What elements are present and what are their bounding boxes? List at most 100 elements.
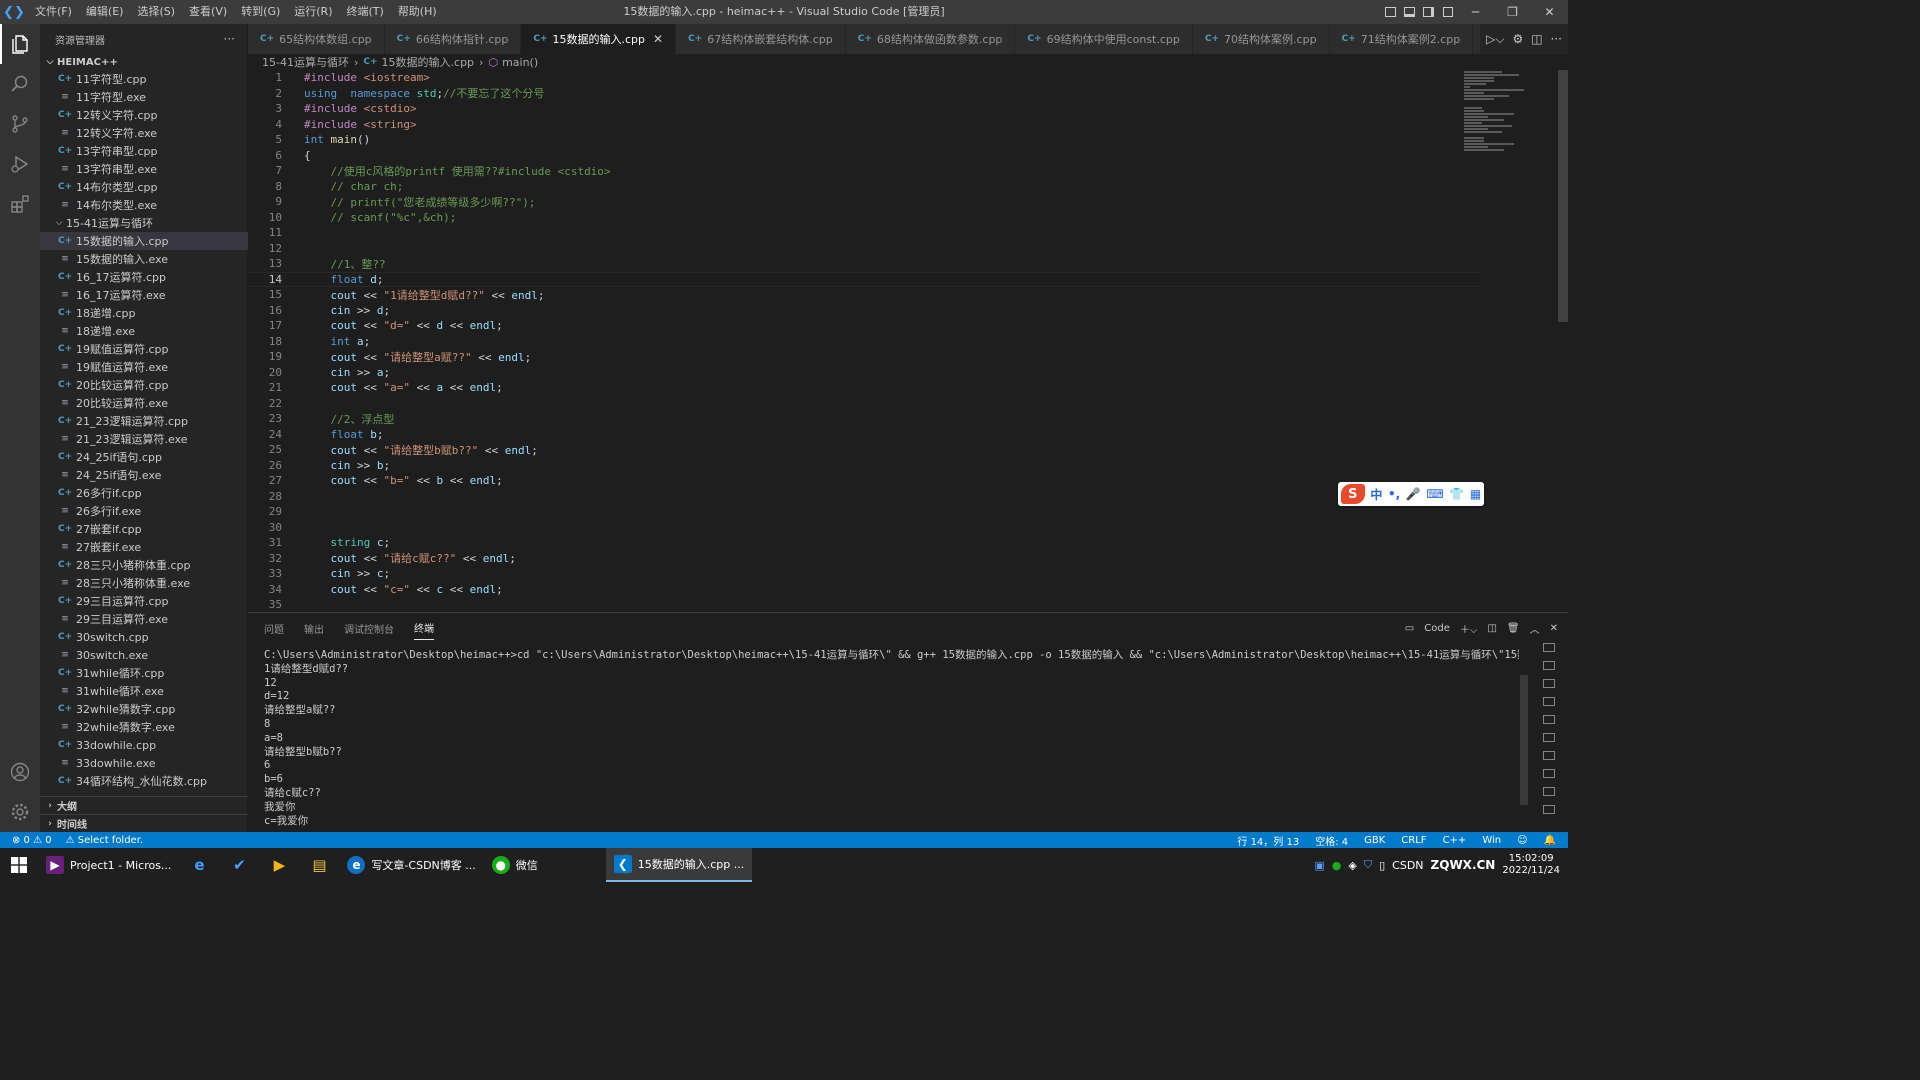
account-icon[interactable] bbox=[0, 752, 40, 792]
ime-mode[interactable]: 中 bbox=[1370, 486, 1382, 503]
editor-tab[interactable]: C+ 15数据的输入.cpp ✕ bbox=[521, 24, 677, 54]
ime-tray-icon[interactable]: ▣ bbox=[1314, 859, 1324, 872]
file-item[interactable]: C+ 14布尔类型.cpp bbox=[40, 178, 248, 196]
file-item[interactable]: C+ 31while循环.cpp bbox=[40, 664, 248, 682]
feedback-icon[interactable]: ☺ bbox=[1517, 835, 1527, 846]
skin-icon[interactable]: 👕 bbox=[1449, 487, 1464, 501]
timeline-section[interactable]: › 时间线 bbox=[40, 814, 248, 832]
settings-icon[interactable]: ⚙ bbox=[1512, 32, 1523, 46]
file-item[interactable]: C+ 26多行if.cpp bbox=[40, 484, 248, 502]
toggle-secondary-sidebar-icon[interactable] bbox=[1419, 0, 1438, 24]
edge-browser-icon[interactable]: e bbox=[179, 848, 219, 882]
media-player-icon[interactable]: ▶ bbox=[259, 848, 299, 882]
folder-item[interactable]: ⌵ 15-41运算与循环 bbox=[40, 214, 248, 232]
file-item[interactable]: ≡ 11字符型.exe bbox=[40, 88, 248, 106]
file-item[interactable]: ≡ 28三只小猪称体重.exe bbox=[40, 574, 248, 592]
editor-tab[interactable]: C+ 69结构体中使用const.cpp bbox=[1015, 24, 1193, 54]
file-item[interactable]: C+ 20比较运算符.cpp bbox=[40, 376, 248, 394]
extensions-icon[interactable] bbox=[0, 184, 40, 224]
taskbar-visual-studio[interactable]: ▶ Project1 - Micros... bbox=[38, 848, 179, 882]
panel-tab[interactable]: 输出 bbox=[304, 617, 324, 640]
kill-terminal-icon[interactable]: 🗑 bbox=[1507, 623, 1520, 634]
platform[interactable]: Win bbox=[1482, 835, 1501, 846]
minimap[interactable] bbox=[1464, 70, 1558, 151]
taskbar-vscode[interactable]: ❮ 15数据的输入.cpp ... bbox=[605, 848, 753, 882]
terminal-shell-label[interactable]: Code bbox=[1424, 623, 1450, 634]
file-item[interactable]: ≡ 20比较运算符.exe bbox=[40, 394, 248, 412]
taskbar-wechat[interactable]: ● 微信 bbox=[484, 848, 546, 882]
end-of-line[interactable]: CRLF bbox=[1401, 835, 1426, 846]
restore-button[interactable]: ❐ bbox=[1494, 0, 1531, 24]
cursor-position[interactable]: 行 14，列 13 bbox=[1237, 833, 1299, 848]
file-item[interactable]: C+ 19赋值运算符.cpp bbox=[40, 340, 248, 358]
toggle-sidebar-icon[interactable] bbox=[1381, 0, 1400, 24]
file-item[interactable]: ≡ 14布尔类型.exe bbox=[40, 196, 248, 214]
language-mode[interactable]: C++ bbox=[1443, 835, 1467, 846]
toolbox-icon[interactable]: ▦ bbox=[1470, 487, 1481, 501]
file-item[interactable]: C+ 21_23逻辑运算符.cpp bbox=[40, 412, 248, 430]
file-item[interactable]: ≡ 24_25if语句.exe bbox=[40, 466, 248, 484]
file-item[interactable]: ≡ 18递增.exe bbox=[40, 322, 248, 340]
file-item[interactable]: ≡ 26多行if.exe bbox=[40, 502, 248, 520]
punctuation-icon[interactable]: •, bbox=[1388, 487, 1400, 501]
file-item[interactable]: ≡ 16_17运算符.exe bbox=[40, 286, 248, 304]
file-item[interactable]: ≡ 30switch.exe bbox=[40, 646, 248, 664]
customize-layout-icon[interactable] bbox=[1438, 0, 1457, 24]
search-icon[interactable] bbox=[0, 64, 40, 104]
file-item[interactable]: ≡ 13字符串型.exe bbox=[40, 160, 248, 178]
file-item[interactable]: C+ 12转义字符.cpp bbox=[40, 106, 248, 124]
more-actions-icon[interactable]: ··· bbox=[224, 32, 235, 46]
battery-icon[interactable]: ▯ bbox=[1379, 859, 1385, 872]
file-item[interactable]: ≡ 12转义字符.exe bbox=[40, 124, 248, 142]
menu-item[interactable]: 选择(S) bbox=[130, 0, 182, 24]
file-item[interactable]: C+ 11字符型.cpp bbox=[40, 70, 248, 88]
code-editor[interactable]: 1 #include <iostream> 2 using namespace std… bbox=[248, 70, 1558, 612]
file-item[interactable]: ≡ 33dowhile.exe bbox=[40, 754, 248, 772]
close-tab-icon[interactable]: ✕ bbox=[653, 32, 663, 46]
ime-toolbar[interactable]: S 中 •, 🎤 ⌨ 👕 ▦ bbox=[1338, 482, 1484, 506]
panel-tab[interactable]: 问题 bbox=[264, 617, 284, 640]
encoding[interactable]: GBK bbox=[1364, 835, 1385, 846]
panel-tab[interactable]: 终端 bbox=[414, 616, 434, 640]
split-terminal-icon[interactable]: ◫ bbox=[1487, 623, 1496, 634]
file-item[interactable]: C+ 29三目运算符.cpp bbox=[40, 592, 248, 610]
menu-item[interactable]: 终端(T) bbox=[340, 0, 391, 24]
todo-app-icon[interactable]: ✔ bbox=[219, 848, 259, 882]
source-control-icon[interactable] bbox=[0, 104, 40, 144]
breadcrumb-folder[interactable]: 15-41运算与循环 bbox=[262, 54, 349, 70]
editor-tab[interactable]: C+ 65结构体数组.cpp bbox=[248, 24, 385, 54]
file-item[interactable]: C+ 33dowhile.cpp bbox=[40, 736, 248, 754]
keyboard-icon[interactable]: ⌨ bbox=[1426, 487, 1443, 501]
file-item[interactable]: C+ 16_17运算符.cpp bbox=[40, 268, 248, 286]
windows-start-icon[interactable] bbox=[0, 848, 38, 882]
status-message[interactable]: ⚠ Select folder. bbox=[66, 835, 143, 846]
security-shield-icon[interactable]: ⛉ bbox=[1364, 858, 1372, 872]
file-item[interactable]: ≡ 19赋值运算符.exe bbox=[40, 358, 248, 376]
file-item[interactable]: C+ 30switch.cpp bbox=[40, 628, 248, 646]
notifications-bell-icon[interactable]: 🔔 bbox=[1544, 835, 1556, 846]
file-item[interactable]: C+ 34循环结构_水仙花数.cpp bbox=[40, 772, 248, 790]
file-item[interactable]: ≡ 29三目运算符.exe bbox=[40, 610, 248, 628]
workspace-root[interactable]: ⌵ HEIMAC++ bbox=[40, 54, 247, 70]
file-item[interactable]: C+ 15数据的输入.cpp bbox=[40, 232, 248, 250]
settings-gear-icon[interactable] bbox=[0, 792, 40, 832]
file-item[interactable]: ≡ 27嵌套if.exe bbox=[40, 538, 248, 556]
close-window-button[interactable]: ✕ bbox=[1531, 0, 1568, 24]
wechat-tray-icon[interactable]: ● bbox=[1332, 859, 1342, 872]
taskbar-csdn-browser[interactable]: e 写文章-CSDN博客 ... bbox=[339, 848, 483, 882]
file-item[interactable]: ≡ 31while循环.exe bbox=[40, 682, 248, 700]
close-panel-icon[interactable]: ✕ bbox=[1550, 623, 1558, 634]
menu-item[interactable]: 查看(V) bbox=[182, 0, 234, 24]
file-item[interactable]: C+ 18递增.cpp bbox=[40, 304, 248, 322]
file-item[interactable]: C+ 28三只小猪称体重.cpp bbox=[40, 556, 248, 574]
editor-tab[interactable]: C+ 68结构体做函数参数.cpp bbox=[845, 24, 1016, 54]
file-item[interactable]: C+ 24_25if语句.cpp bbox=[40, 448, 248, 466]
more-actions-icon[interactable]: ··· bbox=[1551, 32, 1562, 46]
explorer-icon[interactable] bbox=[0, 24, 40, 64]
file-item[interactable]: C+ 32while猜数字.cpp bbox=[40, 700, 248, 718]
file-item[interactable]: ≡ 15数据的输入.exe bbox=[40, 250, 248, 268]
menu-item[interactable]: 编辑(E) bbox=[79, 0, 131, 24]
breadcrumb-symbol[interactable]: main() bbox=[502, 56, 538, 69]
menu-item[interactable]: 帮助(H) bbox=[391, 0, 444, 24]
file-explorer-icon[interactable]: ▤ bbox=[299, 848, 339, 882]
